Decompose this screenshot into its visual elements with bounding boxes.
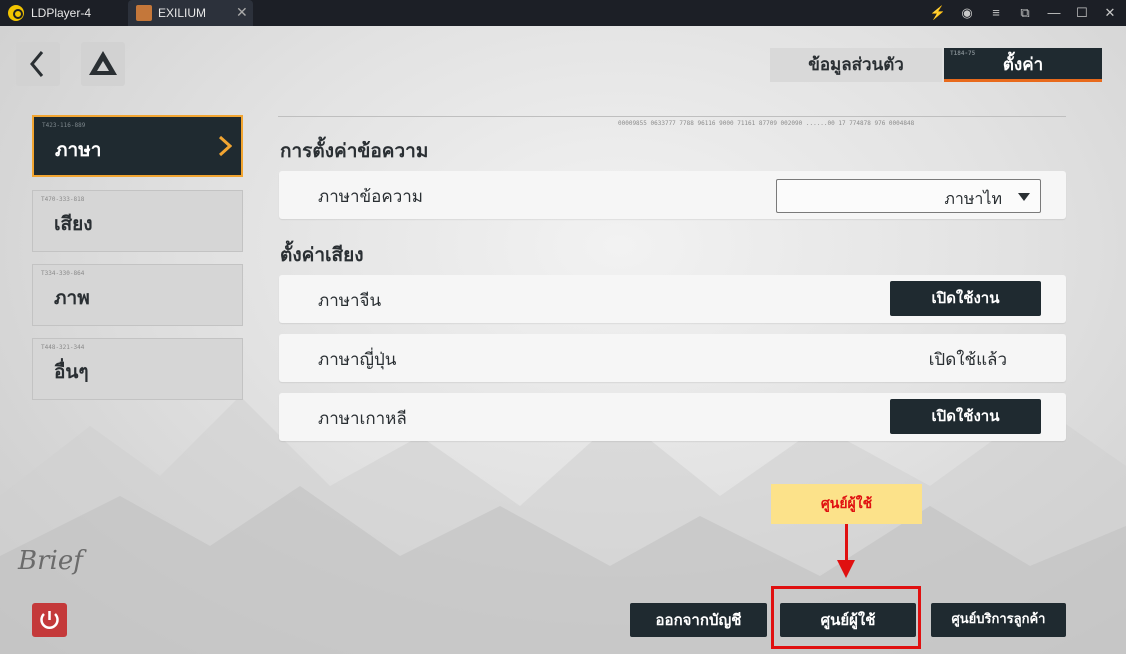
section-title-text: การตั้งค่าข้อความ [280,140,429,162]
select-value: ภาษาไท [944,189,1002,208]
row-label: ภาษาข้อความ [318,187,424,207]
deco-number-strip: 00009855 0633777 7788 96116 9000 71161 8… [618,120,915,127]
tab-exilium[interactable]: EXILIUM ✕ [128,0,253,26]
account-icon[interactable]: ◉ [957,3,977,23]
game-icon [136,5,152,21]
divider [278,116,1066,117]
menu-icon[interactable]: ≡ [986,3,1006,23]
annotation-arrow-head [837,560,855,578]
sidebar-item-label: ภาพ [54,287,90,309]
multi-window-icon[interactable]: ⧉ [1015,3,1035,23]
section-title-voice: ตั้งค่าเสียง [280,244,364,266]
customer-service-button[interactable]: ศูนย์บริการลูกค้า [931,603,1066,637]
chevron-left-icon [30,51,44,77]
dropdown-arrow-icon [1018,193,1030,201]
sidebar-item-other[interactable]: T448-321-344 อื่นๆ [32,338,243,400]
nav-code: T470-333-818 [41,196,85,203]
voice-row-chinese: ภาษาจีน เปิดใช้งาน [279,275,1066,323]
annotation-callout: ศูนย์ผู้ใช้ [771,484,922,524]
ldplayer-logo-icon [8,5,24,21]
voice-row-korean: ภาษาเกาหลี เปิดใช้งาน [279,393,1066,441]
window-titlebar: LDPlayer-4 EXILIUM ✕ ⚡ ◉ ≡ ⧉ — ☐ ✕ [0,0,1126,26]
nav-code: T334-330-864 [41,270,85,277]
annotation-highlight-box [771,586,921,649]
back-button[interactable] [16,42,60,86]
logout-button[interactable]: ออกจากบัญชี [630,603,767,637]
sidebar-item-language[interactable]: T423-116-889 ภาษา [32,115,243,177]
tab-profile[interactable]: ข้อมูลส่วนตัว [770,48,942,82]
close-tab-icon[interactable]: ✕ [236,4,248,21]
enable-korean-button[interactable]: เปิดใช้งาน [890,399,1041,434]
nav-code: T448-321-344 [41,344,85,351]
maximize-button[interactable]: ☐ [1072,3,1092,23]
triangle-logo-icon [89,51,117,75]
close-button[interactable]: ✕ [1100,3,1120,23]
power-button[interactable] [32,603,67,637]
tab-settings-label: ตั้งค่า [1002,55,1044,75]
sidebar-item-label: เสียง [54,213,93,235]
game-screen: 00009855 0633777 7788 96116 9000 71161 8… [0,26,1126,654]
sidebar-item-sound[interactable]: T470-333-818 เสียง [32,190,243,252]
tab-label: EXILIUM [158,6,207,20]
nav-code: T423-116-889 [42,122,86,129]
voice-row-japanese: ภาษาญี่ปุ่น เปิดใช้แล้ว [279,334,1066,382]
sidebar-item-label: อื่นๆ [54,361,89,383]
enabled-status: เปิดใช้แล้ว [928,350,1007,370]
chevron-right-icon [218,135,232,157]
annotation-arrow-line [845,524,848,562]
row-label: ภาษาจีน [318,291,382,311]
row-label: ภาษาญี่ปุ่น [318,350,397,370]
row-label: ภาษาเกาหลี [318,409,407,429]
boost-icon[interactable]: ⚡ [928,3,948,23]
text-language-select[interactable]: ภาษาไท [776,179,1041,213]
enable-chinese-button[interactable]: เปิดใช้งาน [890,281,1041,316]
sidebar-item-label: ภาษา [55,139,102,161]
minimize-button[interactable]: — [1044,3,1064,23]
text-language-row: ภาษาข้อความ ภาษาไท [279,171,1066,219]
tab-code: T184-75 [950,50,976,57]
brief-signature: Brief [18,546,83,576]
power-icon [40,611,59,629]
tab-settings[interactable]: T184-75 ตั้งค่า [944,48,1102,82]
home-button[interactable] [81,42,125,86]
app-name: LDPlayer-4 [31,6,92,20]
sidebar-item-graphics[interactable]: T334-330-864 ภาพ [32,264,243,326]
